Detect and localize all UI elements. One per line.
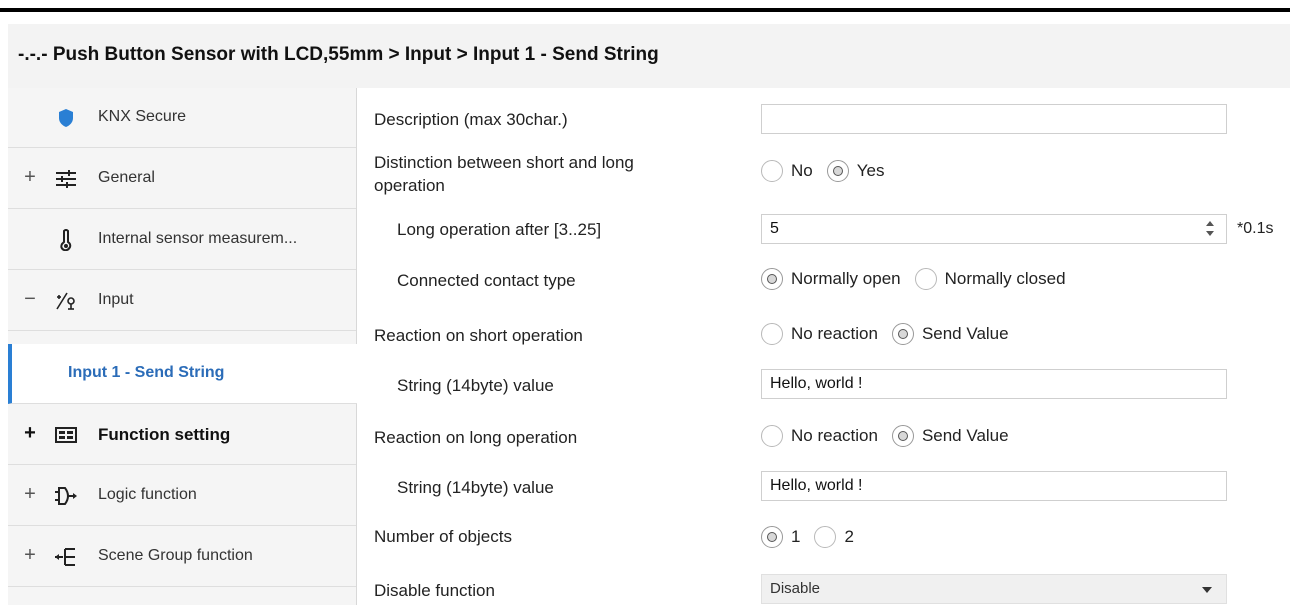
objects-radio-group: 1 2 (761, 526, 860, 548)
radio-button[interactable] (814, 526, 837, 548)
radio-label: Yes (856, 161, 885, 180)
radio-label: Send Value (921, 426, 1009, 445)
long-reaction-radio-group: No reaction Send Value (761, 425, 1015, 447)
param-label: Disable function (374, 581, 495, 600)
radio-label: 1 (791, 527, 801, 546)
contact-type-radio-group: Normally open Normally closed (761, 268, 1072, 290)
radio-option-2[interactable]: 2 (814, 526, 854, 548)
radio-button[interactable] (761, 323, 783, 345)
breadcrumb-header: -.-.- Push Button Sensor with LCD,55mm >… (8, 24, 1290, 89)
logic-gate-icon (52, 482, 80, 510)
sidebar-item-label: KNX Secure (98, 108, 187, 125)
radio-option-no-reaction[interactable]: No reaction (761, 323, 878, 345)
sidebar-nav: KNX Secure + General Internal sensor mea… (8, 88, 357, 605)
radio-option-send-value[interactable]: Send Value (891, 425, 1009, 447)
param-label-cont: operation (374, 176, 445, 195)
expand-toggle[interactable]: + (22, 423, 38, 443)
param-label: Description (max 30char.) (374, 110, 568, 129)
param-label: Connected contact type (397, 271, 576, 290)
sidebar-item-label: General (98, 169, 155, 186)
spinner-arrows-icon[interactable] (1206, 218, 1216, 240)
select-value: Disable (770, 580, 821, 597)
disable-function-select[interactable]: Disable (761, 574, 1227, 604)
radio-button[interactable] (914, 268, 937, 290)
long-string-input[interactable] (761, 471, 1227, 501)
sidebar-item-internal-sensor[interactable]: Internal sensor measurem... (8, 210, 356, 270)
short-string-input[interactable] (761, 369, 1227, 399)
breadcrumb: -.-.- Push Button Sensor with LCD,55mm >… (18, 44, 659, 65)
expand-toggle[interactable]: + (22, 167, 38, 187)
scene-group-icon (52, 543, 80, 571)
chevron-down-icon[interactable] (1202, 587, 1212, 593)
sidebar-item-knx-secure[interactable]: KNX Secure (8, 88, 356, 148)
function-grid-icon (52, 421, 80, 449)
radio-button-selected[interactable] (761, 268, 783, 290)
param-label: Reaction on long operation (374, 428, 578, 447)
sidebar-item-label: Function setting (98, 425, 231, 444)
short-reaction-radio-group: No reaction Send Value (761, 323, 1015, 345)
sidebar-item-label: Input (98, 291, 134, 308)
radio-option-1[interactable]: 1 (761, 526, 800, 548)
sidebar-item-label: Scene Group function (98, 547, 253, 564)
long-operation-spinbox[interactable]: 5 (761, 214, 1227, 244)
sidebar-item-general[interactable]: + General (8, 149, 356, 209)
radio-label: Normally closed (944, 269, 1066, 288)
radio-option-no-reaction[interactable]: No reaction (761, 425, 878, 447)
radio-option-normally-closed[interactable]: Normally closed (914, 268, 1066, 290)
radio-button-selected[interactable] (826, 160, 849, 182)
expand-toggle[interactable]: + (22, 545, 38, 565)
expand-toggle[interactable]: + (22, 484, 38, 504)
collapse-toggle[interactable]: − (22, 289, 38, 309)
radio-option-normally-open[interactable]: Normally open (761, 268, 901, 290)
radio-label: No (791, 161, 813, 180)
sliders-icon (52, 165, 80, 193)
description-input[interactable] (761, 104, 1227, 134)
radio-label: No reaction (791, 324, 878, 343)
sidebar-item-label: Internal sensor measurem... (98, 230, 298, 247)
radio-option-send-value[interactable]: Send Value (891, 323, 1009, 345)
radio-button[interactable] (761, 160, 783, 182)
sidebar-item-label: Logic function (98, 486, 197, 503)
param-label: String (14byte) value (397, 478, 554, 497)
radio-button-selected[interactable] (891, 425, 914, 447)
param-label: Number of objects (374, 527, 512, 546)
sidebar-item-function-setting[interactable]: + Function setting (8, 405, 356, 465)
parameter-panel: Description (max 30char.) Distinction be… (357, 88, 1290, 605)
spinbox-value: 5 (770, 220, 779, 237)
radio-button-selected[interactable] (761, 526, 783, 548)
radio-button-selected[interactable] (891, 323, 914, 345)
radio-option-yes[interactable]: Yes (826, 160, 885, 182)
sidebar-item-scene-group[interactable]: + Scene Group function (8, 527, 356, 587)
param-label: String (14byte) value (397, 376, 554, 395)
sidebar-item-input[interactable]: − Input (8, 271, 356, 331)
radio-label: Normally open (791, 269, 901, 288)
radio-label: Send Value (921, 324, 1009, 343)
distinction-radio-group: No Yes (761, 160, 890, 182)
sidebar-item-logic-function[interactable]: + Logic function (8, 466, 356, 526)
shield-icon (52, 104, 80, 132)
sidebar-item-input-1[interactable]: Input 1 - Send String (8, 344, 357, 404)
param-label: Long operation after [3..25] (397, 220, 602, 239)
radio-option-no[interactable]: No (761, 160, 813, 182)
thermometer-icon (52, 226, 80, 254)
radio-label: 2 (844, 527, 854, 546)
top-border (0, 8, 1290, 12)
param-label: Reaction on short operation (374, 326, 583, 345)
sidebar-item-label: Input 1 - Send String (68, 364, 225, 381)
input-switch-icon (52, 287, 80, 315)
unit-label: *0.1s (1237, 220, 1274, 237)
param-label: Distinction between short and long (374, 153, 634, 172)
radio-label: No reaction (791, 426, 878, 445)
radio-button[interactable] (761, 425, 783, 447)
